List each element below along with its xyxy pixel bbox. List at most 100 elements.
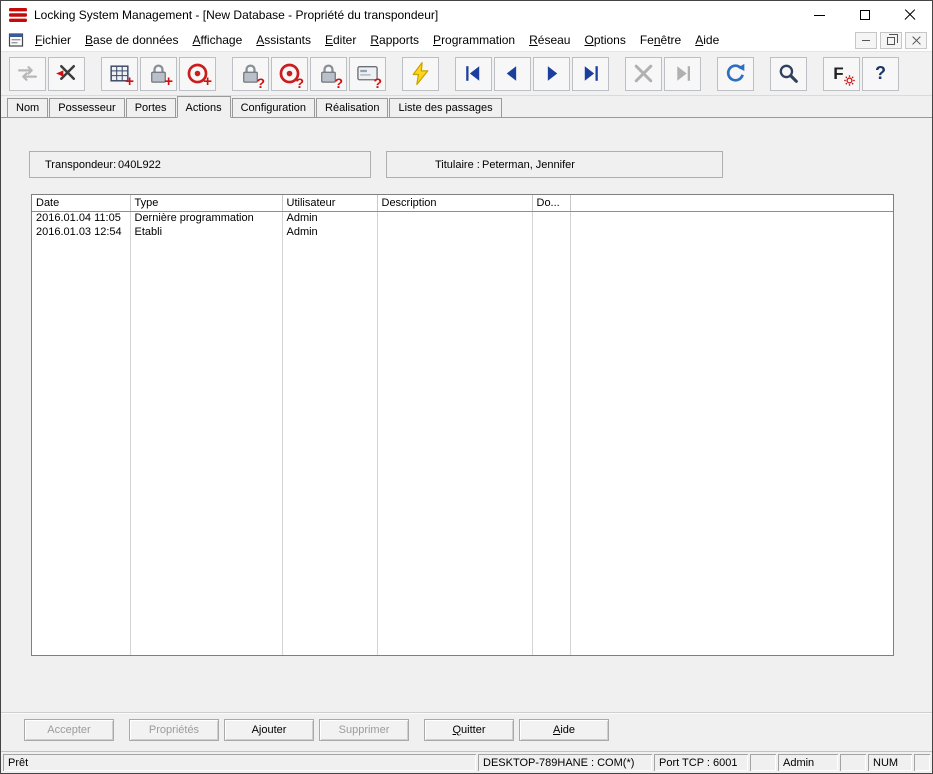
label-part: être bbox=[660, 33, 682, 47]
label-part: Accepter bbox=[47, 724, 91, 736]
label-part: diter bbox=[333, 33, 357, 47]
help-button[interactable] bbox=[862, 56, 899, 91]
program-button[interactable] bbox=[402, 56, 439, 91]
menu-fichier[interactable]: Fichier bbox=[28, 30, 78, 50]
new-matrix-button[interactable] bbox=[101, 56, 138, 91]
label-part: ssistants bbox=[264, 33, 311, 47]
column-header-type[interactable]: Type bbox=[130, 195, 283, 212]
label-part: A bbox=[552, 724, 561, 736]
label-part: ide bbox=[560, 724, 576, 736]
menu-assistants[interactable]: Assistants bbox=[249, 30, 318, 50]
nav-last-button[interactable] bbox=[572, 56, 609, 91]
label-part: apports bbox=[379, 33, 420, 47]
disconnect-button[interactable] bbox=[48, 56, 85, 91]
close-button[interactable] bbox=[887, 1, 932, 29]
status-port: Port TCP : 6001 bbox=[654, 754, 748, 771]
mdi-restore-button[interactable] bbox=[880, 31, 902, 49]
label-part: Fe bbox=[639, 33, 654, 47]
column-header-date[interactable]: Date bbox=[32, 195, 131, 212]
filter-settings-button[interactable] bbox=[823, 56, 860, 91]
tab-strip: Nom Possesseur Portes Actions Configurat… bbox=[1, 96, 932, 118]
question-overlay-icon bbox=[256, 76, 265, 90]
transponder-field: Transpondeur: 040L922 bbox=[29, 151, 371, 178]
label-part: Propriétés bbox=[148, 724, 200, 736]
nav-next-button[interactable] bbox=[533, 56, 570, 91]
label-part: n bbox=[653, 33, 661, 47]
cell-type: Dernière programmation bbox=[130, 211, 283, 226]
menu-editer[interactable]: Editer bbox=[318, 30, 363, 50]
tab-configuration[interactable]: Configuration bbox=[231, 98, 316, 117]
cell-user: Admin bbox=[282, 211, 378, 226]
tab-realisation[interactable]: Réalisation bbox=[316, 98, 389, 117]
label-part: P bbox=[433, 33, 442, 47]
cell-description bbox=[377, 226, 533, 241]
refresh-button[interactable] bbox=[717, 56, 754, 91]
menu-options[interactable]: Options bbox=[577, 30, 632, 50]
cell-document bbox=[532, 211, 571, 226]
menu-bar: Fichier Base de données Affichage Assist… bbox=[1, 29, 932, 52]
help-dialog-button[interactable]: Aide bbox=[519, 719, 609, 741]
nav-first-button[interactable] bbox=[455, 56, 492, 91]
column-header-utilisateur[interactable]: Utilisateur bbox=[282, 195, 378, 212]
label-part: ichier bbox=[42, 33, 72, 47]
tab-possesseur[interactable]: Possesseur bbox=[49, 98, 125, 117]
restore-icon bbox=[887, 34, 898, 45]
help-question-icon bbox=[875, 63, 886, 84]
read-lock-button[interactable] bbox=[232, 56, 269, 91]
menu-reseau[interactable]: Réseau bbox=[522, 30, 577, 50]
label-part: éseau bbox=[537, 33, 571, 47]
cell-date: 2016.01.04 11:05 bbox=[32, 211, 131, 226]
holder-value: Peterman, Jennifer bbox=[482, 158, 575, 171]
mdi-window-controls bbox=[855, 31, 927, 49]
table-row[interactable]: 2016.01.03 12:54 Etabli Admin bbox=[32, 226, 893, 241]
read-transponder-button[interactable] bbox=[271, 56, 308, 91]
read-mifare-lock-button[interactable] bbox=[310, 56, 347, 91]
mdi-system-icon[interactable] bbox=[8, 32, 24, 48]
new-transponder-button[interactable] bbox=[179, 56, 216, 91]
transfer-button bbox=[9, 56, 46, 91]
cell-document bbox=[532, 226, 571, 241]
tab-actions[interactable]: Actions bbox=[176, 96, 231, 118]
add-button[interactable]: Ajouter bbox=[224, 719, 314, 741]
column-header-blank bbox=[570, 195, 893, 212]
mdi-minimize-button[interactable] bbox=[855, 31, 877, 49]
window-controls bbox=[797, 1, 932, 29]
menu-aide[interactable]: Aide bbox=[688, 30, 726, 50]
label-part: ptions bbox=[593, 33, 626, 47]
close-icon bbox=[904, 9, 916, 21]
nav-prev-button[interactable] bbox=[494, 56, 531, 91]
quit-button[interactable]: Quitter bbox=[424, 719, 514, 741]
tab-liste-des-passages[interactable]: Liste des passages bbox=[389, 98, 502, 117]
toolbar bbox=[1, 52, 932, 96]
cell-description bbox=[377, 211, 533, 226]
mdi-close-button[interactable] bbox=[905, 31, 927, 49]
read-card-button[interactable] bbox=[349, 56, 386, 91]
status-spacer bbox=[750, 754, 776, 771]
nav-last-icon bbox=[578, 61, 603, 86]
menu-fenetre[interactable]: Fenêtre bbox=[633, 30, 688, 50]
tab-portes[interactable]: Portes bbox=[125, 98, 176, 117]
column-header-document[interactable]: Do... bbox=[532, 195, 571, 212]
new-lock-button[interactable] bbox=[140, 56, 177, 91]
menu-programmation[interactable]: Programmation bbox=[426, 30, 522, 50]
column-header-description[interactable]: Description bbox=[377, 195, 533, 212]
nav-prev-icon bbox=[500, 61, 525, 86]
actions-table: Date Type Utilisateur Description Do... … bbox=[31, 194, 894, 656]
label-part: R bbox=[370, 33, 380, 47]
transponder-value: 040L922 bbox=[118, 158, 161, 171]
tab-nom[interactable]: Nom bbox=[7, 98, 49, 117]
holder-label: Titulaire : bbox=[435, 158, 480, 171]
skip-icon bbox=[670, 61, 695, 86]
maximize-button[interactable] bbox=[842, 1, 887, 29]
search-button[interactable] bbox=[770, 56, 807, 91]
table-row[interactable]: 2016.01.04 11:05 Dernière programmation … bbox=[32, 211, 893, 226]
minimize-button[interactable] bbox=[797, 1, 842, 29]
label-part: ase de données bbox=[93, 33, 179, 47]
label-part: Supprimer bbox=[338, 724, 390, 736]
menu-rapports[interactable]: Rapports bbox=[363, 30, 426, 50]
gear-icon bbox=[843, 74, 856, 87]
cell-user: Admin bbox=[282, 226, 378, 241]
search-icon bbox=[776, 61, 801, 86]
menu-base-de-donnees[interactable]: Base de données bbox=[78, 30, 185, 50]
menu-affichage[interactable]: Affichage bbox=[185, 30, 249, 50]
